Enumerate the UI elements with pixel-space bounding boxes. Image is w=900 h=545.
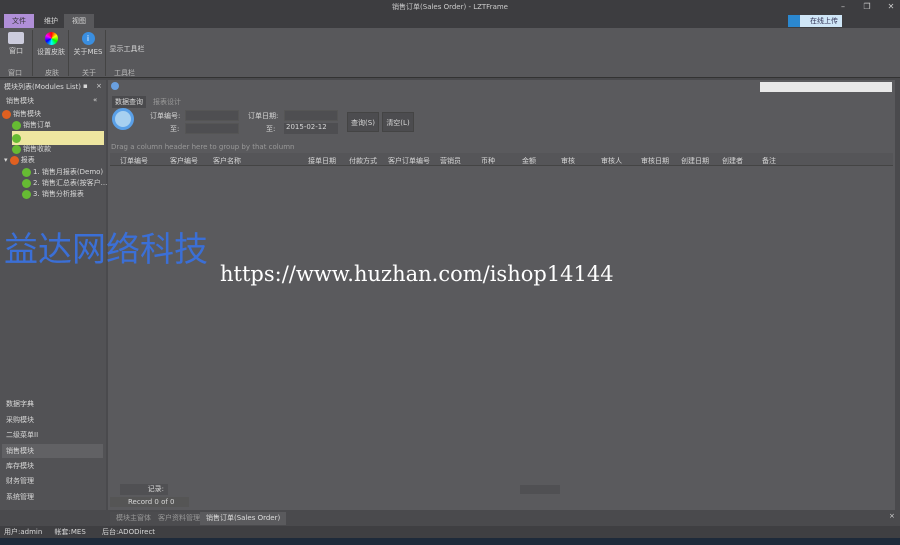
tree-label: 2. 销售汇总表(按客户... [33,179,108,187]
date-from-input[interactable] [284,110,338,121]
compass-icon [111,82,119,90]
check-icon [22,189,31,199]
tab-customer-mgmt[interactable]: 客户资料管理 [152,512,206,525]
info-icon: i [81,32,95,45]
close-button[interactable]: ✕ [884,1,898,13]
tree-label: 1. 销售月报表(Demo) [33,168,104,176]
section-title: 销售模块 [6,97,34,105]
palette-icon [44,32,58,45]
tab-data-query[interactable]: 数据查询 [112,96,146,108]
module-finance[interactable]: 财务管理 [6,474,34,488]
tab-view[interactable]: 视图 [64,14,94,28]
tree-node[interactable]: 销售订单 [12,118,51,132]
module-submenu[interactable]: 二级菜单II [6,428,38,442]
group-label: 工具栏 [114,69,135,77]
skin-label: 设置皮肤 [37,48,65,56]
watermark-url: https://www.huzhan.com/ishop14144 [220,262,614,286]
horizontal-scrollbar[interactable] [520,485,560,494]
nav-buttons[interactable] [760,82,892,92]
close-panel-icon[interactable]: × [96,82,102,90]
close-tab-icon[interactable]: × [889,512,895,520]
module-system[interactable]: 系统管理 [6,490,34,504]
module-sales[interactable]: 销售模块 [2,444,103,458]
query-button[interactable]: 查询(S) [347,112,379,132]
status-account: 帐套:MES [54,528,86,536]
tree-label: 销售订单 [23,121,51,129]
search-icon [112,108,134,130]
group-label: 皮肤 [45,69,59,77]
to-label: 至: [170,125,180,133]
column-header[interactable]: 金额 [522,156,536,166]
order-date-label: 订单日期: [248,112,279,120]
online-upload-button[interactable]: 在线上传 [788,15,842,27]
tab-main-window[interactable]: 模块主窗体 [110,512,157,525]
divider [105,30,106,76]
column-header[interactable]: 审核日期 [641,156,669,166]
module-data-dict[interactable]: 数据字典 [6,397,34,411]
column-header[interactable]: 客户编号 [170,156,198,166]
tree-label: 3. 销售分析报表 [33,190,84,198]
title-bar: 销售订单(Sales Order) - LZTFrame [0,0,900,14]
group-label: 关于 [82,69,96,77]
taskbar [0,538,900,545]
window-label: 窗口 [9,47,23,55]
record-navigator[interactable]: Record 0 of 0 [110,497,189,507]
module-purchase[interactable]: 采购模块 [6,413,34,427]
skin-button[interactable]: 设置皮肤 [36,30,66,57]
panel-title: 模块列表(Modules List) [4,83,82,91]
column-header[interactable]: 备注 [762,156,776,166]
restore-button[interactable]: ❐ [860,1,874,13]
folder-icon [2,109,11,119]
show-toolbar-button[interactable]: 显示工具栏 [108,44,146,54]
divider [68,30,69,76]
group-label: 窗口 [8,69,22,77]
tree-label: 报表 [20,156,35,164]
minimize-button[interactable]: – [836,1,850,13]
to-label: 至: [266,125,276,133]
record-count: Record 0 of 0 [128,498,175,506]
column-header[interactable]: 营销员 [440,156,461,166]
order-no-to-input[interactable] [185,123,239,134]
window-title: 销售订单(Sales Order) - LZTFrame [392,3,508,11]
status-backend: 后台:ADODirect [102,528,156,536]
column-header[interactable]: 创建日期 [681,156,709,166]
clear-button[interactable]: 清空(L) [382,112,414,132]
column-header[interactable]: 审核 [561,156,575,166]
column-header[interactable]: 创建者 [722,156,743,166]
collapse-icon[interactable]: « [93,96,97,104]
order-no-label: 订单编号: [150,112,181,120]
check-icon [12,120,21,130]
tree-label: 销售收款 [23,145,51,153]
column-header[interactable]: 客户订单编号 [388,156,430,166]
column-header[interactable]: 客户名称 [213,156,241,166]
pin-icon[interactable]: ▪ [83,82,88,90]
about-label: 关于MES [73,48,103,56]
window-icon [8,32,24,44]
tab-sales-order[interactable]: 销售订单(Sales Order) [200,512,287,525]
tab-maintain[interactable]: 维护 [36,14,66,28]
records-label: 记录: [120,484,168,495]
folder-icon [9,155,19,165]
date-to-input[interactable]: 2015-02-12 [284,123,338,134]
column-header[interactable]: 接单日期 [308,156,336,166]
column-header[interactable]: 付款方式 [349,156,377,166]
column-header[interactable]: 币种 [481,156,495,166]
module-inventory[interactable]: 库存模块 [6,459,34,473]
tab-report-design[interactable]: 报表设计 [150,96,184,108]
divider [32,30,33,76]
order-no-from-input[interactable] [185,110,239,121]
tab-file[interactable]: 文件 [4,14,34,28]
window-button[interactable]: 窗口 [4,30,28,56]
tree-label: 销售模块 [13,110,41,118]
column-header[interactable]: 订单编号 [120,156,148,166]
ribbon-tabs [0,14,900,28]
column-header[interactable]: 审核人 [601,156,622,166]
tree-node[interactable]: 3. 销售分析报表 [22,187,84,201]
watermark-text: 益达网络科技 [4,230,208,270]
group-hint: Drag a column header here to group by th… [111,143,295,151]
status-bar: 用户:admin 帐套:MES 后台:ADODirect [0,526,900,538]
about-button[interactable]: i 关于MES [72,30,104,57]
status-user: 用户:admin [4,528,43,536]
